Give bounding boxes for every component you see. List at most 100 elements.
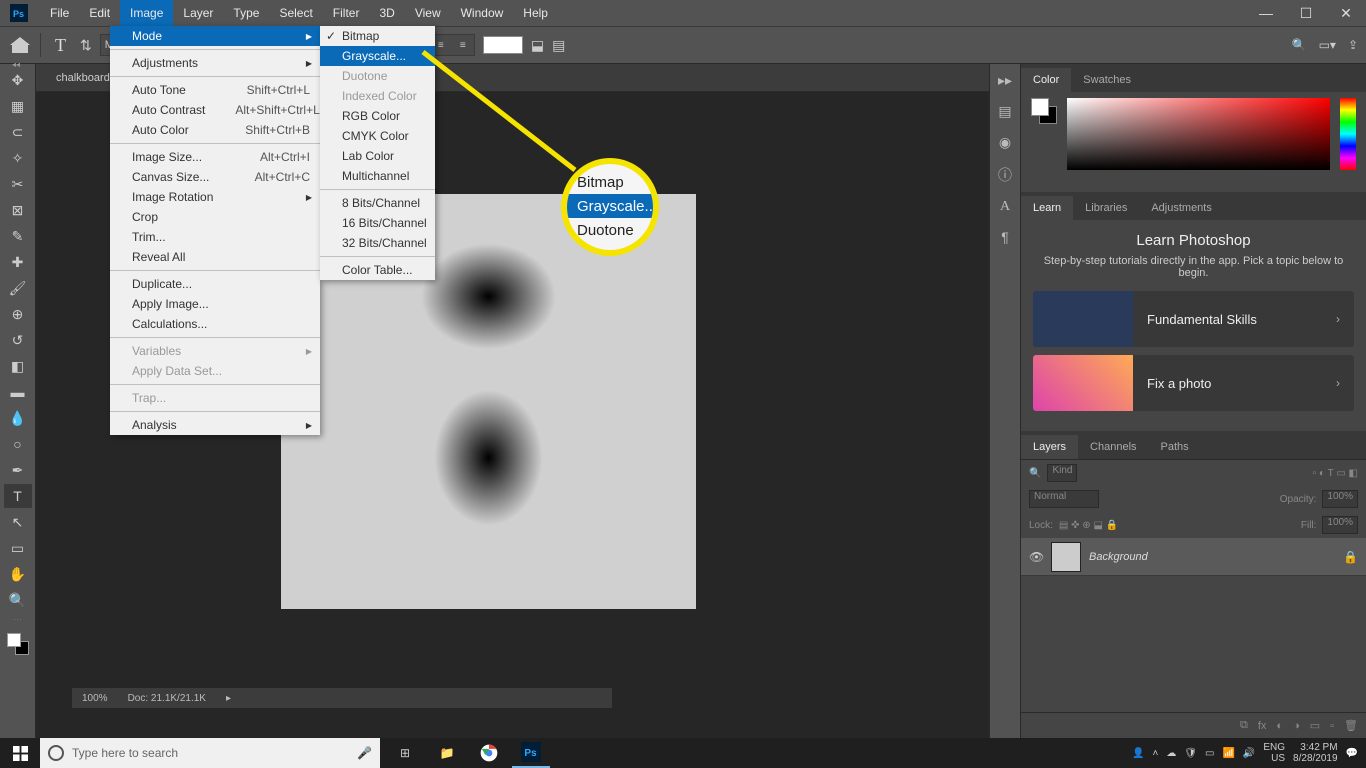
mask-icon[interactable]: ◐ <box>1276 720 1283 732</box>
link-layers-icon[interactable]: ⧉ <box>1240 719 1248 732</box>
menu-item-auto-tone[interactable]: Auto ToneShift+Ctrl+L <box>110 80 320 100</box>
menu-file[interactable]: File <box>40 0 79 26</box>
move-tool[interactable]: ✥ <box>4 68 32 92</box>
pen-tool[interactable]: ✒ <box>4 458 32 482</box>
photoshop-task-icon[interactable]: Ps <box>512 738 550 768</box>
lock-icon[interactable]: 🔒 <box>1343 550 1358 564</box>
mode-item-bitmap[interactable]: Bitmap <box>320 26 435 46</box>
menu-item-canvas-size-[interactable]: Canvas Size...Alt+Ctrl+C <box>110 167 320 187</box>
menu-layer[interactable]: Layer <box>173 0 223 26</box>
tab-libraries[interactable]: Libraries <box>1073 196 1139 220</box>
start-button[interactable] <box>0 738 40 768</box>
menu-edit[interactable]: Edit <box>79 0 120 26</box>
tab-color[interactable]: Color <box>1021 68 1071 92</box>
eraser-tool[interactable]: ◧ <box>4 354 32 378</box>
tray-up-icon[interactable]: ˄ <box>1152 748 1158 759</box>
fx-icon[interactable]: fx <box>1258 720 1267 732</box>
battery-icon[interactable]: ▭ <box>1205 748 1214 759</box>
menu-item-calculations-[interactable]: Calculations... <box>110 314 320 334</box>
adjustment-icon[interactable]: ◑ <box>1293 720 1300 732</box>
color-swatches[interactable] <box>1031 98 1057 124</box>
tab-learn[interactable]: Learn <box>1021 196 1073 220</box>
dodge-tool[interactable]: ○ <box>4 432 32 456</box>
hue-slider[interactable] <box>1340 98 1356 170</box>
shape-tool[interactable]: ▭ <box>4 536 32 560</box>
menu-item-auto-color[interactable]: Auto ColorShift+Ctrl+B <box>110 120 320 140</box>
new-layer-icon[interactable]: ▫ <box>1330 720 1334 732</box>
para-icon[interactable]: ¶ <box>1001 229 1009 245</box>
search-box[interactable]: Type here to search 🎤 <box>40 738 380 768</box>
mode-item-cmyk-color[interactable]: CMYK Color <box>320 126 435 146</box>
layer-kind-select[interactable]: Kind <box>1047 464 1077 482</box>
menu-image[interactable]: Image <box>120 0 173 26</box>
menu-item-image-rotation[interactable]: Image Rotation <box>110 187 320 207</box>
onedrive-icon[interactable]: ☁ <box>1166 748 1176 759</box>
info-icon[interactable]: ⓘ <box>998 165 1012 185</box>
align-right[interactable]: ≡ <box>452 35 474 55</box>
mode-item-duotone[interactable]: Duotone <box>320 66 435 86</box>
file-explorer-icon[interactable]: 📁 <box>428 738 466 768</box>
hand-tool[interactable]: ✋ <box>4 562 32 586</box>
mode-item-rgb-color[interactable]: RGB Color <box>320 106 435 126</box>
healing-tool[interactable]: ✚ <box>4 250 32 274</box>
menu-item-reveal-all[interactable]: Reveal All <box>110 247 320 267</box>
share-icon[interactable]: ⇪ <box>1348 38 1358 52</box>
menu-view[interactable]: View <box>405 0 451 26</box>
tab-adjustments[interactable]: Adjustments <box>1139 196 1224 220</box>
warp-text-icon[interactable]: ⬓ <box>531 37 544 54</box>
menu-item-auto-contrast[interactable]: Auto ContrastAlt+Shift+Ctrl+L <box>110 100 320 120</box>
group-icon[interactable]: ▭ <box>1310 719 1320 732</box>
collapse-icon[interactable]: ◂◂ <box>12 60 20 69</box>
notifications-icon[interactable]: 💬 <box>1346 748 1358 759</box>
history-brush-tool[interactable]: ↺ <box>4 328 32 352</box>
char-icon[interactable]: A <box>1000 199 1010 215</box>
arrange-docs-icon[interactable]: ▭▾ <box>1319 38 1336 52</box>
mode-item-grayscale-[interactable]: Grayscale... <box>320 46 435 66</box>
menu-type[interactable]: Type <box>223 0 269 26</box>
history-icon[interactable]: ▤ <box>998 103 1011 120</box>
menu-item-apply-image-[interactable]: Apply Image... <box>110 294 320 314</box>
blend-mode-select[interactable]: Normal <box>1029 490 1099 508</box>
tab-swatches[interactable]: Swatches <box>1071 68 1143 92</box>
fill-input[interactable]: 100% <box>1322 516 1358 534</box>
home-icon[interactable] <box>8 33 32 57</box>
menu-item-trap-[interactable]: Trap... <box>110 388 320 408</box>
menu-item-apply-data-set-[interactable]: Apply Data Set... <box>110 361 320 381</box>
tab-channels[interactable]: Channels <box>1078 435 1148 459</box>
chrome-icon[interactable] <box>470 738 508 768</box>
menu-item-mode[interactable]: Mode <box>110 26 320 46</box>
status-arrow[interactable]: ▸ <box>226 693 231 704</box>
collapse-icon[interactable]: ▸▸ <box>998 72 1012 89</box>
security-icon[interactable]: 🛡 <box>1184 748 1197 759</box>
menu-help[interactable]: Help <box>513 0 558 26</box>
mode-item-color-table-[interactable]: Color Table... <box>320 260 435 280</box>
type-tool[interactable]: T <box>4 484 32 508</box>
blur-tool[interactable]: 💧 <box>4 406 32 430</box>
magic-wand-tool[interactable]: ✧ <box>4 146 32 170</box>
menu-item-crop[interactable]: Crop <box>110 207 320 227</box>
menu-item-duplicate-[interactable]: Duplicate... <box>110 274 320 294</box>
menu-item-variables[interactable]: Variables <box>110 341 320 361</box>
mic-icon[interactable]: 🎤 <box>357 746 372 760</box>
color-field[interactable] <box>1067 98 1330 170</box>
mode-item--bits-channel[interactable]: 16 Bits/Channel <box>320 213 435 233</box>
layer-row-background[interactable]: 👁 Background 🔒 <box>1021 538 1366 576</box>
stamp-tool[interactable]: ⊕ <box>4 302 32 326</box>
opacity-input[interactable]: 100% <box>1322 490 1358 508</box>
type-tool-indicator[interactable]: T <box>49 35 72 56</box>
language-indicator[interactable]: ENGUS <box>1263 742 1285 764</box>
menu-window[interactable]: Window <box>451 0 514 26</box>
frame-tool[interactable]: ⊠ <box>4 198 32 222</box>
paragraph-panel-icon[interactable]: ▤ <box>552 37 565 54</box>
zoom-level[interactable]: 100% <box>82 693 108 704</box>
zoom-tool[interactable]: 🔍 <box>4 588 32 612</box>
props-icon[interactable]: ◉ <box>999 134 1011 151</box>
lasso-tool[interactable]: ⊂ <box>4 120 32 144</box>
color-swatches[interactable] <box>7 633 29 655</box>
menu-item-analysis[interactable]: Analysis <box>110 415 320 435</box>
brush-tool[interactable]: 🖌 <box>4 276 32 300</box>
delete-layer-icon[interactable]: 🗑 <box>1344 719 1358 732</box>
text-color-swatch[interactable] <box>483 36 523 54</box>
mode-item--bits-channel[interactable]: 32 Bits/Channel <box>320 233 435 253</box>
menu-item-image-size-[interactable]: Image Size...Alt+Ctrl+I <box>110 147 320 167</box>
